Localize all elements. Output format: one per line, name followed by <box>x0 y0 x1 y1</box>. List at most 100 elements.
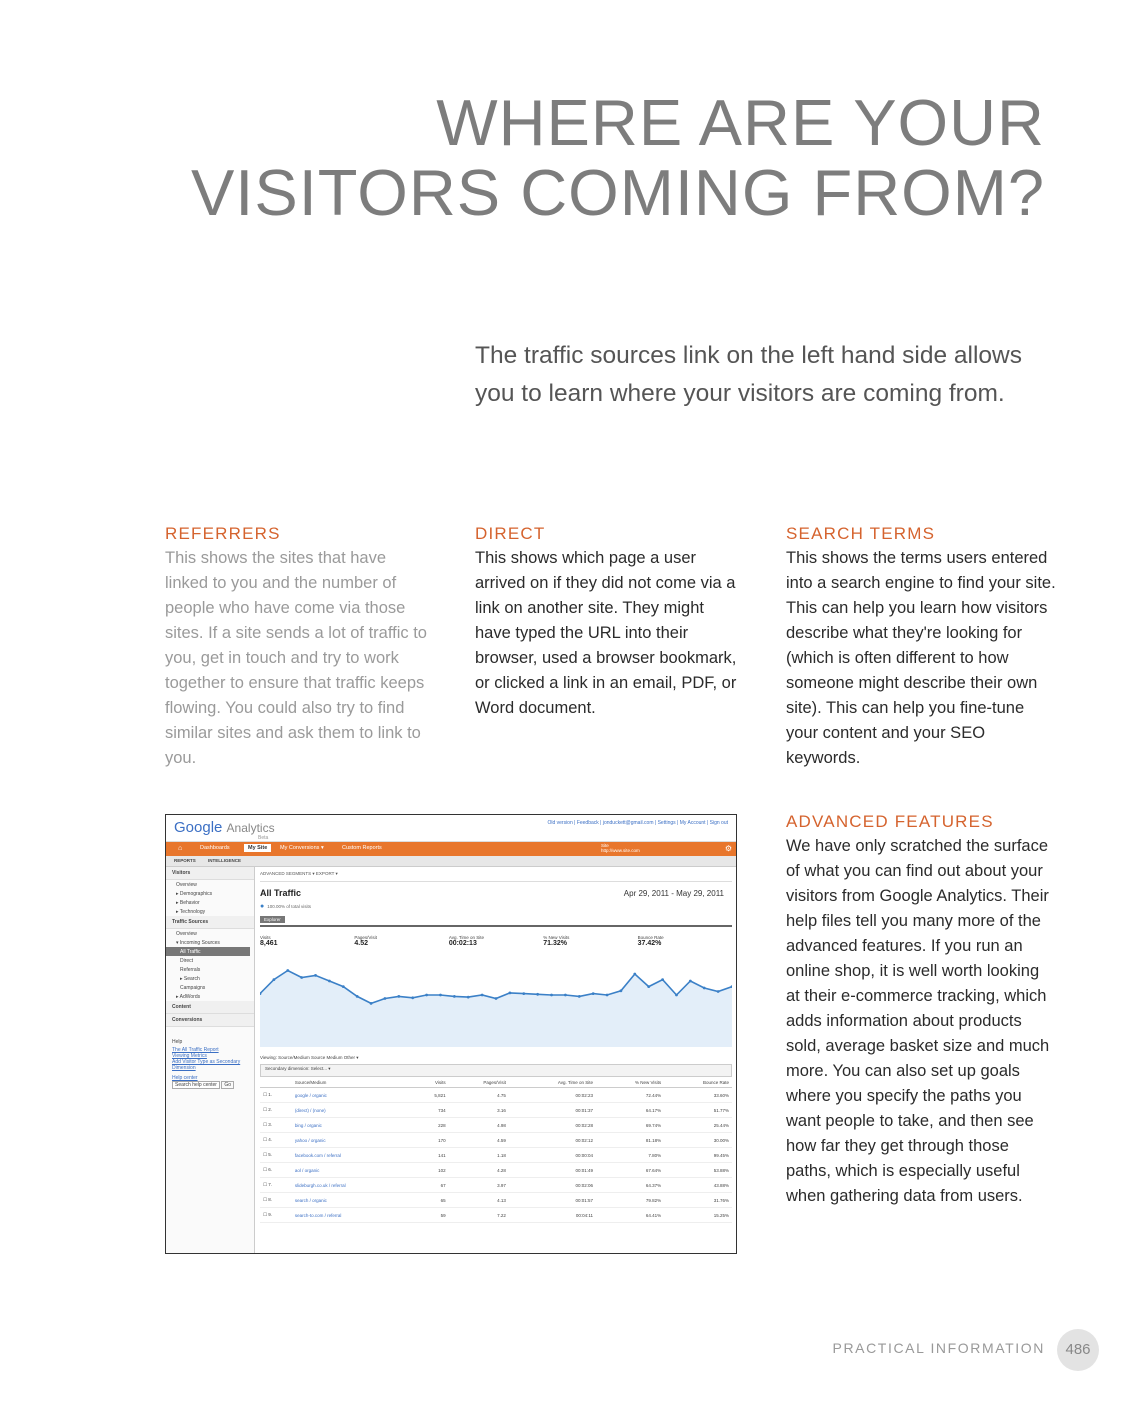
sidebar-item[interactable]: Direct <box>166 956 254 965</box>
segments-bar[interactable]: ADVANCED SEGMENTS ▾ EXPORT ▾ <box>260 871 732 882</box>
chart-point[interactable] <box>619 989 623 993</box>
chart-point[interactable] <box>675 993 678 997</box>
chart-point[interactable] <box>466 995 470 999</box>
date-range[interactable]: Apr 29, 2011 - May 29, 2011 <box>624 889 724 898</box>
sidebar-item[interactable]: Campaigns <box>166 983 254 992</box>
gear-icon[interactable]: ⚙ <box>725 844 732 853</box>
viewing-bar[interactable]: Viewing: Source/Medium Source Medium Oth… <box>260 1055 732 1061</box>
sidebar-content[interactable]: Content <box>166 1001 254 1014</box>
chart-point[interactable] <box>633 972 637 976</box>
explorer-tab[interactable]: Explorer <box>260 916 732 927</box>
table-row[interactable]: ☐ 3. bing / organic 228 4.98 00:02:28 69.74% 2… <box>260 1117 732 1133</box>
sidebar-item[interactable]: ▸ Search <box>166 974 254 983</box>
row-index: ☐ 7. <box>260 1177 292 1193</box>
sidebar-item[interactable]: ▸ AdWords <box>166 992 254 1001</box>
row-source[interactable]: aol / organic <box>291 1162 413 1178</box>
table-row[interactable]: ☐ 6. aol / organic 102 4.28 00:01:49 67.64% 53… <box>260 1162 732 1178</box>
row-new-visits: 64.37% <box>596 1177 665 1193</box>
chart-point[interactable] <box>522 992 526 995</box>
chart-point[interactable] <box>397 995 401 998</box>
row-avg-time: 00:01:37 <box>508 1102 597 1118</box>
chart-point[interactable] <box>508 991 512 995</box>
table-row[interactable]: ☐ 4. yahoo / organic 170 4.59 00:02:12 81.18%… <box>260 1132 732 1148</box>
site-selector[interactable]: Site http://www.site.com <box>601 843 640 853</box>
sidebar-conversions[interactable]: Conversions <box>166 1014 254 1027</box>
col-new-visits[interactable]: % New Visits <box>596 1078 665 1088</box>
ga-top-links[interactable]: Old version | Feedback | jonduckett@gmai… <box>547 820 728 826</box>
row-index: ☐ 2. <box>260 1102 292 1118</box>
chart-point[interactable] <box>439 993 442 997</box>
chart-point[interactable] <box>300 976 304 979</box>
col-avg-time[interactable]: Avg. Time on Site <box>508 1078 597 1088</box>
chart-point[interactable] <box>314 974 317 977</box>
col-pages-visit[interactable]: Pages/Visit <box>448 1078 509 1088</box>
subtab-reports[interactable]: REPORTS <box>174 858 196 863</box>
row-source[interactable]: slideburgh.co.uk / referral <box>291 1177 413 1193</box>
chart-point[interactable] <box>383 997 387 1000</box>
chart-point[interactable] <box>411 996 415 1000</box>
row-source[interactable]: bing / organic <box>291 1117 413 1133</box>
tab-custom-reports[interactable]: Custom Reports <box>342 845 382 851</box>
sidebar-item[interactable]: ▸ Technology <box>166 907 254 916</box>
sidebar-item[interactable]: ▾ Incoming Sources <box>166 938 254 947</box>
table-row[interactable]: ☐ 8. search / organic 65 4.13 00:01:57 79.82%… <box>260 1192 732 1208</box>
row-source[interactable]: yahoo / organic <box>291 1132 413 1148</box>
row-source[interactable]: facebook.com / referral <box>291 1147 413 1163</box>
chart-point[interactable] <box>328 979 331 983</box>
chart-point[interactable] <box>702 986 706 990</box>
heading-line-1: WHERE ARE YOUR <box>436 86 1045 159</box>
chart-point[interactable] <box>550 993 553 997</box>
col-bounce-rate[interactable]: Bounce Rate <box>664 1078 732 1088</box>
row-source[interactable]: google / organic <box>291 1087 413 1103</box>
sidebar-visitors[interactable]: Visitors <box>166 867 254 880</box>
chart-point[interactable] <box>272 978 276 981</box>
chart-point[interactable] <box>536 992 540 996</box>
chart-point[interactable] <box>452 995 456 998</box>
row-source[interactable]: (direct) / (none) <box>291 1102 413 1118</box>
sidebar-item[interactable]: ▸ Demographics <box>166 889 254 898</box>
sidebar-traffic-sources[interactable]: Traffic Sources <box>166 916 254 929</box>
chart-point[interactable] <box>425 993 428 997</box>
chart-point[interactable] <box>355 995 359 998</box>
row-source[interactable]: search-to.com / referral <box>291 1207 413 1223</box>
table-row[interactable]: ☐ 7. slideburgh.co.uk / referral 67 3.97 00:… <box>260 1177 732 1193</box>
chart-point[interactable] <box>341 985 345 988</box>
help-go-button[interactable]: Go <box>221 1081 235 1089</box>
chart-point[interactable] <box>494 997 498 1000</box>
tab-my-conversions[interactable]: My Conversions ▾ <box>280 845 324 851</box>
chart-point[interactable] <box>716 990 720 993</box>
row-index: ☐ 1. <box>260 1087 292 1103</box>
chart-point[interactable] <box>369 1002 373 1005</box>
home-icon[interactable]: ⌂ <box>178 845 182 852</box>
chart-point[interactable] <box>564 993 567 997</box>
sidebar-item[interactable]: Overview <box>166 929 254 938</box>
table-row[interactable]: ☐ 9. search-to.com / referral 59 7.22 00:04:… <box>260 1207 732 1223</box>
chart-point[interactable] <box>577 995 581 998</box>
chart-point[interactable] <box>647 985 651 988</box>
col-visits[interactable]: Visits <box>412 1078 449 1088</box>
row-new-visits: 72.44% <box>596 1087 665 1103</box>
sidebar-item[interactable]: ▸ Behavior <box>166 898 254 907</box>
tab-dashboards[interactable]: Dashboards <box>200 845 230 851</box>
row-source[interactable]: search / organic <box>291 1192 413 1208</box>
chart-point[interactable] <box>688 979 692 983</box>
chart-point[interactable] <box>286 969 290 972</box>
help-search-input[interactable]: Search help center <box>172 1081 220 1089</box>
table-row[interactable]: ☐ 2. (direct) / (none) 734 3.16 00:01:37 64.1… <box>260 1102 732 1118</box>
sidebar-item[interactable]: Referrals <box>166 965 254 974</box>
col-source[interactable]: Source/Medium <box>291 1078 413 1088</box>
help-link[interactable]: Add Visitor Type as Secondary Dimension <box>166 1059 254 1071</box>
table-row[interactable]: ☐ 5. facebook.com / referral 141 1.18 00:00:… <box>260 1147 732 1163</box>
chart-point[interactable] <box>661 978 664 981</box>
chart-point[interactable] <box>480 993 484 997</box>
tab-my-site[interactable]: My Site <box>244 844 272 852</box>
chart-point[interactable] <box>605 993 609 997</box>
sidebar-item-all-traffic[interactable]: All Traffic <box>166 947 250 956</box>
subtab-intelligence[interactable]: INTELLIGENCE <box>208 858 241 863</box>
table-row[interactable]: ☐ 1. google / organic 5,821 4.75 00:02:23 72.… <box>260 1087 732 1103</box>
chart-point[interactable] <box>591 992 595 995</box>
sidebar-item[interactable]: Overview <box>166 880 254 889</box>
table-tools[interactable]: Secondary dimension: Select... ▾ <box>260 1064 732 1077</box>
row-visits: 102 <box>412 1162 449 1178</box>
referrers-body: This shows the sites that have linked to… <box>165 549 427 767</box>
